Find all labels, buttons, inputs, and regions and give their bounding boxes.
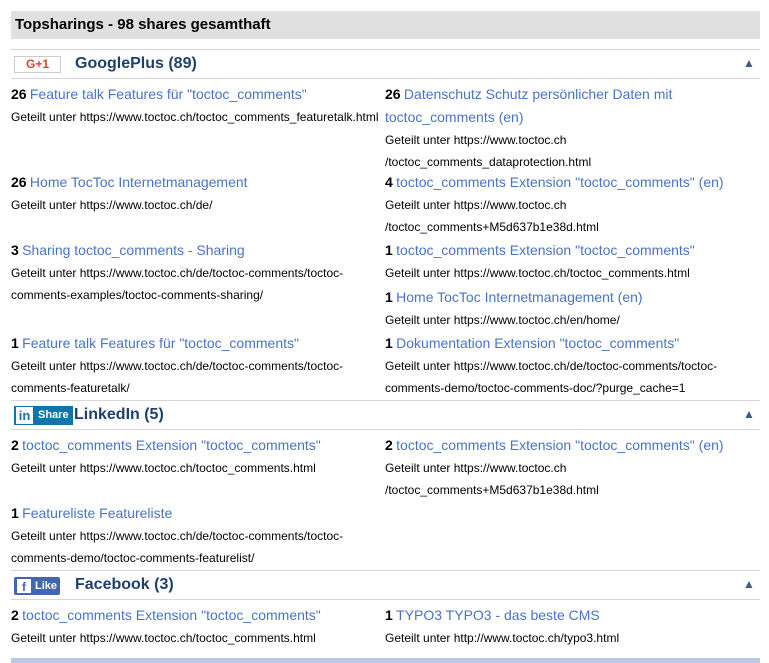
share-url: Geteilt unter https://www.toctoc.ch/de/t…	[11, 359, 344, 395]
share-item: 1 Dokumentation Extension "toctoc_commen…	[385, 332, 759, 399]
share-count: 3	[11, 242, 19, 258]
share-count: 4	[385, 174, 393, 190]
share-item: 1 Home TocToc Internetmanagement (en) Ge…	[385, 286, 759, 331]
share-link[interactable]: Datenschutz Schutz persönlicher Daten mi…	[385, 86, 672, 125]
share-count: 1	[385, 335, 393, 351]
share-link[interactable]: Feature talk Features für "toctoc_commen…	[30, 86, 307, 102]
page-header: Topsharings - 98 shares gesamthaft	[11, 11, 760, 39]
section-title-facebook: Facebook (3)	[75, 576, 174, 593]
share-link[interactable]: toctoc_comments Extension "toctoc_commen…	[396, 242, 695, 258]
share-link[interactable]: TYPO3 TYPO3 - das beste CMS	[396, 607, 600, 623]
share-url: Geteilt unter https://www.toctoc.ch/toct…	[11, 461, 316, 475]
share-count: 2	[11, 607, 19, 623]
share-link[interactable]: Home TocToc Internetmanagement (en)	[396, 289, 642, 305]
section-title-linkedin: LinkedIn (5)	[74, 406, 164, 423]
share-count: 1	[385, 607, 393, 623]
section-header-facebook: f Like Facebook (3) ▲	[11, 570, 760, 600]
section-title-googleplus: GooglePlus (89)	[75, 55, 197, 72]
share-item: 26 Home TocToc Internetmanagement Geteil…	[11, 171, 385, 216]
googleplus-button-label: G+1	[25, 57, 49, 71]
share-item: 26 Feature talk Features für "toctoc_com…	[11, 83, 385, 128]
share-link[interactable]: toctoc_comments Extension "toctoc_commen…	[22, 607, 321, 623]
share-count: 1	[11, 505, 19, 521]
share-count: 1	[11, 335, 19, 351]
share-link[interactable]: Featureliste Featureliste	[22, 505, 172, 521]
share-url: Geteilt unter http://www.toctoc.ch/typo3…	[385, 631, 620, 645]
share-count: 1	[385, 242, 393, 258]
facebook-button-label: Like	[35, 580, 58, 592]
chevron-up-icon[interactable]: ▲	[742, 407, 756, 421]
linkedin-icon: in	[16, 407, 33, 424]
share-count: 1	[385, 289, 393, 305]
share-count: 26	[11, 86, 27, 102]
facebook-like-button[interactable]: f Like	[14, 577, 60, 595]
share-item: 26 Datenschutz Schutz persönlicher Daten…	[385, 83, 759, 173]
share-url: Geteilt unter https://www.toctoc.ch /toc…	[385, 461, 599, 497]
chevron-up-icon[interactable]: ▲	[742, 577, 756, 591]
share-url: Geteilt unter https://www.toctoc.ch/toct…	[11, 631, 316, 645]
share-url: Geteilt unter https://www.toctoc.ch/de/t…	[385, 359, 718, 395]
share-item: 2 toctoc_comments Extension "toctoc_comm…	[385, 434, 759, 501]
share-item: 1 Featureliste Featureliste Geteilt unte…	[11, 502, 385, 569]
share-url: Geteilt unter https://www.toctoc.ch /toc…	[385, 198, 599, 234]
share-url: Geteilt unter https://www.toctoc.ch/de/t…	[11, 529, 344, 565]
share-link[interactable]: Sharing toctoc_comments - Sharing	[22, 242, 245, 258]
facebook-icon: f	[17, 579, 31, 594]
share-item: 2 toctoc_comments Extension "toctoc_comm…	[11, 434, 385, 479]
share-link[interactable]: toctoc_comments Extension "toctoc_commen…	[396, 174, 723, 190]
share-url: Geteilt unter https://www.toctoc.ch/toct…	[11, 110, 379, 124]
share-item: 1 Feature talk Features für "toctoc_comm…	[11, 332, 385, 399]
googleplus-button[interactable]: G+1	[14, 56, 61, 73]
share-count: 2	[385, 437, 393, 453]
share-url: Geteilt unter https://www.toctoc.ch/toct…	[385, 266, 690, 280]
linkedin-share-button[interactable]: in Share	[14, 406, 73, 425]
share-count: 2	[11, 437, 19, 453]
footer-bar	[11, 658, 760, 663]
share-link[interactable]: toctoc_comments Extension "toctoc_commen…	[396, 437, 723, 453]
section-header-linkedin: in Share LinkedIn (5) ▲	[11, 400, 760, 430]
share-url: Geteilt unter https://www.toctoc.ch/en/h…	[385, 313, 620, 327]
share-url: Geteilt unter https://www.toctoc.ch/de/	[11, 198, 213, 212]
share-item: 3 Sharing toctoc_comments - Sharing Gete…	[11, 239, 385, 306]
share-link[interactable]: Feature talk Features für "toctoc_commen…	[22, 335, 299, 351]
share-item: 4 toctoc_comments Extension "toctoc_comm…	[385, 171, 759, 238]
page-title: Topsharings - 98 shares gesamthaft	[15, 16, 271, 33]
share-count: 26	[11, 174, 27, 190]
share-link[interactable]: Dokumentation Extension "toctoc_comments…	[396, 335, 679, 351]
share-url: Geteilt unter https://www.toctoc.ch /toc…	[385, 133, 592, 169]
share-item: 2 toctoc_comments Extension "toctoc_comm…	[11, 604, 385, 649]
section-header-googleplus: G+1 GooglePlus (89) ▲	[11, 49, 760, 79]
share-count: 26	[385, 86, 401, 102]
chevron-up-icon[interactable]: ▲	[742, 56, 756, 70]
share-url: Geteilt unter https://www.toctoc.ch/de/t…	[11, 266, 344, 302]
share-item: 1 TYPO3 TYPO3 - das beste CMS Geteilt un…	[385, 604, 759, 649]
share-link[interactable]: toctoc_comments Extension "toctoc_commen…	[22, 437, 321, 453]
share-item: 1 toctoc_comments Extension "toctoc_comm…	[385, 239, 759, 284]
share-link[interactable]: Home TocToc Internetmanagement	[30, 174, 248, 190]
linkedin-button-label: Share	[38, 409, 69, 421]
